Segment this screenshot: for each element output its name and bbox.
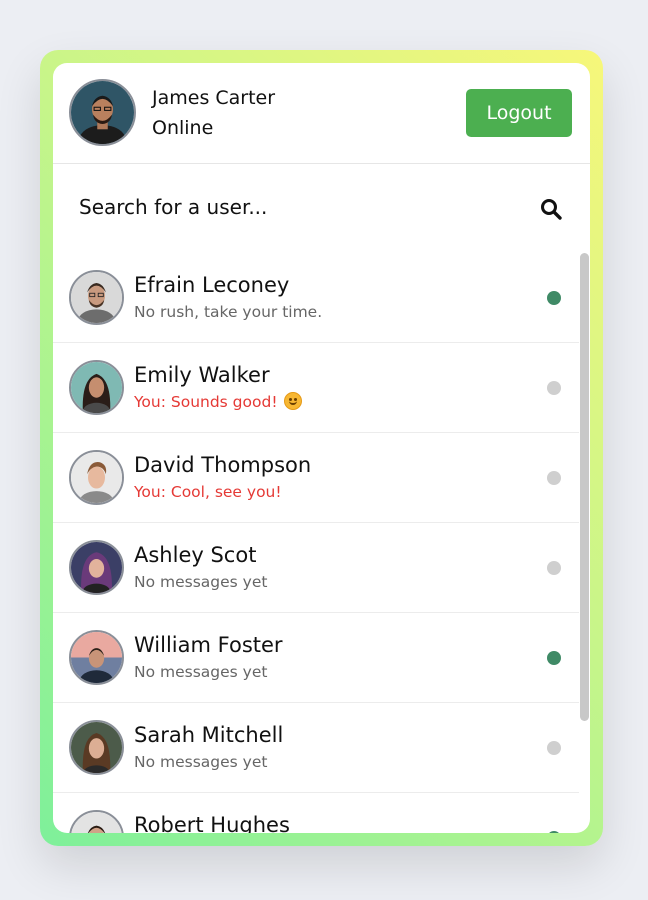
user-name: Sarah Mitchell	[134, 723, 284, 747]
user-avatar	[69, 720, 124, 775]
user-name: David Thompson	[134, 453, 312, 477]
user-name: Emily Walker	[134, 363, 270, 387]
user-search[interactable]: Search for a user...	[53, 164, 590, 252]
user-list-item[interactable]: Emily Walker You: Sounds good!	[53, 343, 579, 433]
user-list-item[interactable]: Ashley Scot No messages yet	[53, 523, 579, 613]
chat-panel: James Carter Online Logout Search for a …	[53, 63, 590, 833]
smile-emoji-icon	[283, 392, 302, 410]
last-message: No messages yet	[134, 573, 268, 591]
current-user-status: Online	[152, 117, 214, 139]
status-dot	[547, 741, 561, 755]
logout-button[interactable]: Logout	[466, 89, 572, 137]
app-frame: James Carter Online Logout Search for a …	[40, 50, 603, 846]
user-header: James Carter Online Logout	[53, 63, 590, 164]
last-message: You: Cool, see you!	[134, 483, 282, 501]
current-user-avatar	[69, 79, 136, 146]
status-dot	[547, 381, 561, 395]
user-name: William Foster	[134, 633, 283, 657]
user-avatar	[69, 810, 124, 833]
user-avatar	[69, 540, 124, 595]
user-list-item[interactable]: Robert Hughes	[53, 793, 579, 833]
user-name: Efrain Leconey	[134, 273, 290, 297]
user-list[interactable]: Efrain Leconey No rush, take your time. …	[53, 253, 579, 833]
user-avatar	[69, 360, 124, 415]
user-list-item[interactable]: David Thompson You: Cool, see you!	[53, 433, 579, 523]
user-list-item[interactable]: Efrain Leconey No rush, take your time.	[53, 253, 579, 343]
status-dot	[547, 831, 561, 833]
current-user-name: James Carter	[152, 87, 276, 109]
user-name: Ashley Scot	[134, 543, 257, 567]
list-scrollbar[interactable]	[580, 253, 589, 721]
search-icon[interactable]	[539, 197, 563, 221]
status-dot	[547, 291, 561, 305]
status-dot	[547, 651, 561, 665]
last-message-text: You: Sounds good!	[134, 393, 278, 411]
user-name: Robert Hughes	[134, 813, 290, 833]
last-message: You: Sounds good!	[134, 391, 302, 413]
user-list-item[interactable]: Sarah Mitchell No messages yet	[53, 703, 579, 793]
last-message: No rush, take your time.	[134, 303, 323, 321]
user-avatar	[69, 630, 124, 685]
search-label[interactable]: Search for a user...	[79, 195, 267, 219]
user-avatar	[69, 270, 124, 325]
status-dot	[547, 471, 561, 485]
user-list-item[interactable]: William Foster No messages yet	[53, 613, 579, 703]
last-message: No messages yet	[134, 753, 268, 771]
status-dot	[547, 561, 561, 575]
user-avatar	[69, 450, 124, 505]
last-message: No messages yet	[134, 663, 268, 681]
